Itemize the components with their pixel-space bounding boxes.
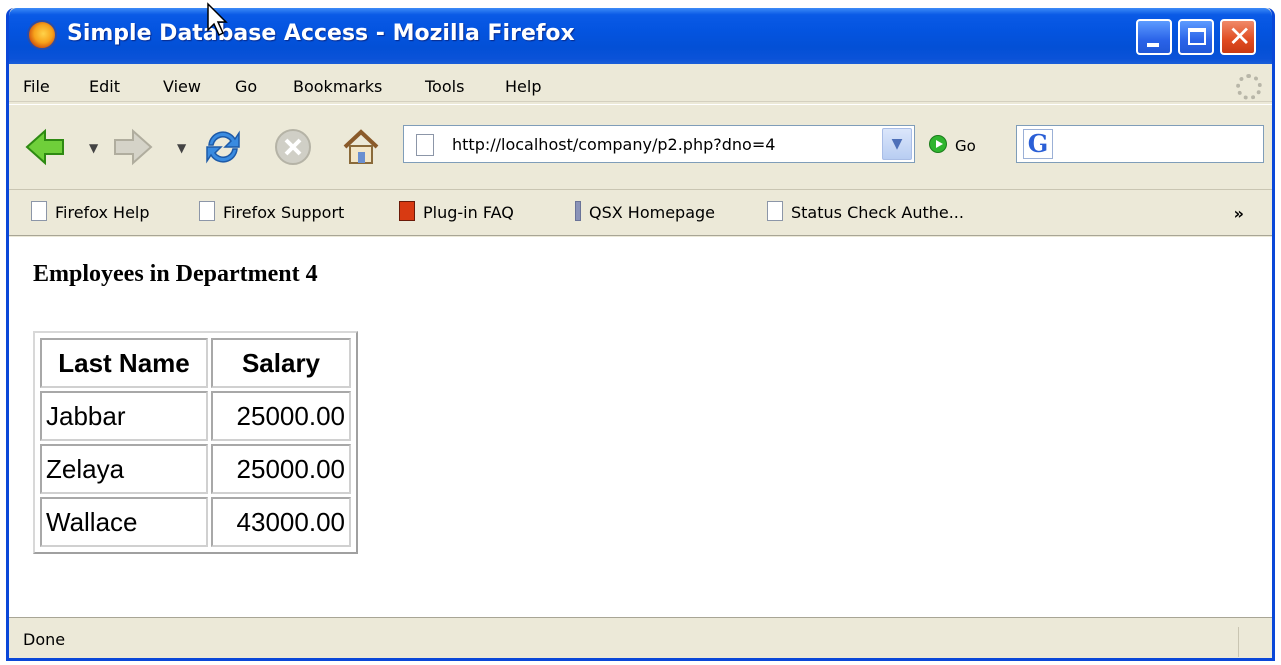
menu-file[interactable]: File: [23, 77, 50, 96]
bookmark-firefox-support[interactable]: Firefox Support: [199, 200, 345, 226]
maximize-button[interactable]: [1178, 19, 1214, 55]
go-button[interactable]: Go: [955, 137, 976, 155]
table-header-row: Last Name Salary: [40, 338, 351, 388]
menu-help[interactable]: Help: [505, 77, 541, 96]
page-icon: [416, 134, 434, 156]
bookmark-label: Plug-in FAQ: [423, 203, 514, 222]
last-name-cell: Zelaya: [40, 444, 208, 494]
last-name-cell: Wallace: [40, 497, 208, 547]
go-icon[interactable]: [929, 135, 947, 153]
forward-arrow-icon[interactable]: [111, 125, 155, 169]
bookmark-status-check[interactable]: Status Check Authe...: [767, 200, 964, 226]
salary-cell: 43000.00: [211, 497, 351, 547]
bookmark-plugin-faq[interactable]: Plug-in FAQ: [399, 200, 514, 226]
page-icon: [199, 200, 215, 221]
menu-tools[interactable]: Tools: [425, 77, 464, 96]
page-content: Employees in Department 4 Last Name Sala…: [9, 237, 1272, 617]
menu-view[interactable]: View: [163, 77, 201, 96]
window-title: Simple Database Access - Mozilla Firefox: [67, 21, 575, 46]
url-dropdown-icon[interactable]: ▼: [882, 128, 912, 160]
menu-edit[interactable]: Edit: [89, 77, 120, 96]
bookmark-label: QSX Homepage: [589, 203, 716, 222]
page-icon: [31, 200, 47, 221]
close-button[interactable]: ✕: [1220, 19, 1256, 55]
page-icon: [767, 200, 783, 221]
close-icon: ✕: [1228, 20, 1252, 53]
navigation-toolbar: ▼ ▼ http://localhost/company/p2.php?dno=…: [9, 104, 1272, 190]
menu-bookmarks[interactable]: Bookmarks: [293, 77, 382, 96]
chevron-right-icon[interactable]: »: [1234, 204, 1244, 223]
bookmarks-toolbar: Firefox Help Firefox Support Plug-in FAQ…: [9, 192, 1272, 236]
mouse-cursor-icon: [207, 2, 228, 37]
status-bar: Done: [9, 617, 1272, 658]
table-row: Zelaya 25000.00: [40, 444, 351, 494]
throbber-icon: [1236, 74, 1262, 100]
url-text[interactable]: http://localhost/company/p2.php?dno=4: [452, 135, 775, 154]
bookmark-qsx-homepage[interactable]: QSX Homepage: [575, 200, 716, 226]
menu-bar: File Edit View Go Bookmarks Tools Help: [9, 70, 1272, 102]
minimize-icon: [1147, 43, 1159, 47]
url-field[interactable]: http://localhost/company/p2.php?dno=4 ▼: [403, 125, 915, 163]
salary-cell: 25000.00: [211, 391, 351, 441]
employee-table: Last Name Salary Jabbar 25000.00 Zelaya …: [33, 331, 358, 554]
maximize-icon: [1188, 28, 1206, 45]
bookmark-label: Status Check Authe...: [791, 203, 964, 222]
home-icon[interactable]: [339, 125, 383, 169]
page-heading: Employees in Department 4: [33, 261, 318, 287]
column-header-last-name: Last Name: [40, 338, 208, 388]
google-icon[interactable]: G: [1023, 129, 1053, 159]
search-input[interactable]: G: [1016, 125, 1264, 163]
column-header-salary: Salary: [211, 338, 351, 388]
back-arrow-icon[interactable]: [23, 125, 67, 169]
forward-dropdown-icon[interactable]: ▼: [177, 141, 186, 155]
title-bar[interactable]: Simple Database Access - Mozilla Firefox…: [9, 8, 1272, 64]
browser-window: Simple Database Access - Mozilla Firefox…: [6, 8, 1275, 661]
firefox-icon: [27, 20, 57, 50]
resize-grip-icon[interactable]: [1238, 627, 1268, 657]
minimize-button[interactable]: [1136, 19, 1172, 55]
bookmark-label: Firefox Help: [55, 203, 150, 222]
reload-icon[interactable]: [201, 125, 245, 169]
back-dropdown-icon[interactable]: ▼: [89, 141, 98, 155]
bookmark-label: Firefox Support: [223, 203, 345, 222]
bookmark-firefox-help[interactable]: Firefox Help: [31, 200, 150, 226]
stop-icon[interactable]: [271, 125, 315, 169]
salary-cell: 25000.00: [211, 444, 351, 494]
plugin-icon: [399, 200, 415, 221]
status-text: Done: [23, 630, 66, 649]
menu-go[interactable]: Go: [235, 77, 257, 96]
table-row: Wallace 43000.00: [40, 497, 351, 547]
info-icon: [575, 200, 581, 221]
last-name-cell: Jabbar: [40, 391, 208, 441]
table-row: Jabbar 25000.00: [40, 391, 351, 441]
